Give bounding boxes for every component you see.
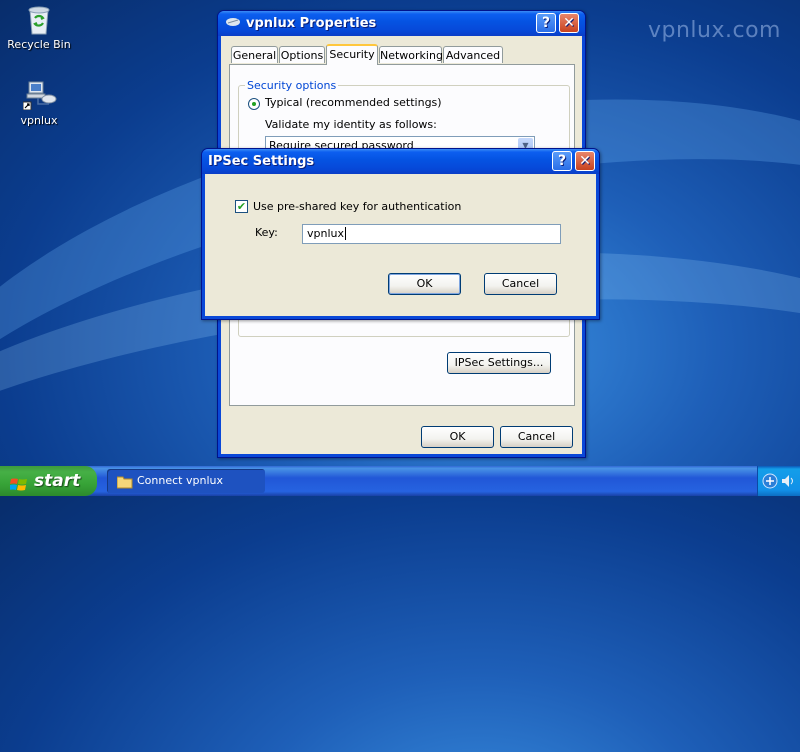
help-button[interactable]: ?	[536, 13, 556, 33]
key-input-value: vpnlux	[307, 227, 345, 240]
windows-flag-icon	[9, 473, 27, 491]
properties-titlebar[interactable]: vpnlux Properties ? ✕	[218, 11, 585, 36]
preshared-key-checkbox[interactable]: ✔	[235, 200, 248, 213]
network-tray-icon[interactable]	[762, 473, 778, 492]
connection-icon	[226, 11, 242, 36]
recycle-bin-icon	[23, 2, 55, 35]
cancel-button[interactable]: Cancel	[500, 426, 573, 448]
preshared-key-label: Use pre-shared key for authentication	[253, 200, 462, 213]
tab-advanced[interactable]: Advanced	[443, 46, 503, 63]
desktop-icon-label: Recycle Bin	[7, 38, 71, 51]
tab-general[interactable]: General	[231, 46, 278, 63]
taskbar-item-connect-vpnlux[interactable]: Connect vpnlux	[107, 469, 265, 493]
close-button[interactable]: ✕	[575, 151, 595, 171]
desktop-icon-label: vpnlux	[20, 114, 58, 127]
key-input[interactable]: vpnlux	[302, 224, 561, 244]
desktop-icon-recycle-bin[interactable]: Recycle Bin	[4, 2, 74, 51]
watermark: vpnlux.com	[648, 18, 781, 43]
system-tray	[757, 466, 800, 496]
ipsec-body: ✔ Use pre-shared key for authentication …	[205, 174, 596, 316]
dialog-title: IPSec Settings	[208, 154, 315, 169]
start-label: start	[34, 471, 81, 491]
volume-tray-icon[interactable]	[780, 473, 796, 492]
typical-radio[interactable]	[248, 98, 260, 110]
typical-radio-label: Typical (recommended settings)	[265, 96, 442, 109]
task-item-label: Connect vpnlux	[137, 474, 223, 487]
validate-label: Validate my identity as follows:	[265, 118, 437, 131]
cancel-button[interactable]: Cancel	[484, 273, 557, 295]
start-button[interactable]: start	[0, 466, 97, 496]
network-connection-icon	[22, 78, 57, 111]
ipsec-settings-button[interactable]: IPSec Settings...	[447, 352, 551, 374]
ipsec-dialog: IPSec Settings ? ✕ ✔ Use pre-shared key …	[201, 148, 600, 320]
help-button[interactable]: ?	[552, 151, 572, 171]
window-title: vpnlux Properties	[246, 16, 377, 31]
ok-button[interactable]: OK	[388, 273, 461, 295]
close-button[interactable]: ✕	[559, 13, 579, 33]
tab-networking[interactable]: Networking	[379, 46, 443, 63]
desktop-icon-vpnlux[interactable]: vpnlux	[4, 78, 74, 127]
tab-security[interactable]: Security	[326, 44, 378, 65]
taskbar: start Connect vpnlux	[0, 466, 800, 496]
key-label: Key:	[255, 226, 278, 239]
tab-options[interactable]: Options	[279, 46, 325, 63]
ipsec-titlebar[interactable]: IPSec Settings ? ✕	[202, 149, 599, 174]
folder-icon	[116, 474, 133, 498]
ok-button[interactable]: OK	[421, 426, 494, 448]
group-label: Security options	[245, 79, 339, 92]
